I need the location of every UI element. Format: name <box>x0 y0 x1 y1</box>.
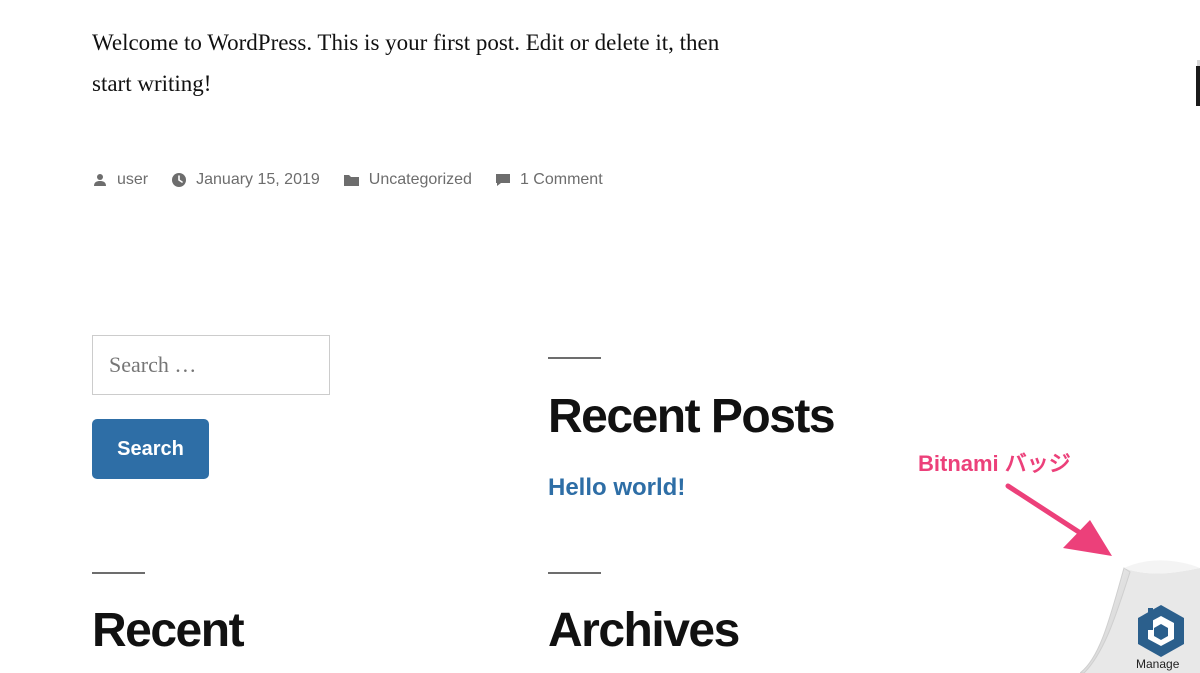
annotation-label: Bitnami バッジ <box>918 451 1071 476</box>
badge-manage-label[interactable]: Manage <box>1136 657 1179 671</box>
bitnami-badge[interactable] <box>1080 558 1200 673</box>
annotation-arrow <box>1005 483 1112 556</box>
